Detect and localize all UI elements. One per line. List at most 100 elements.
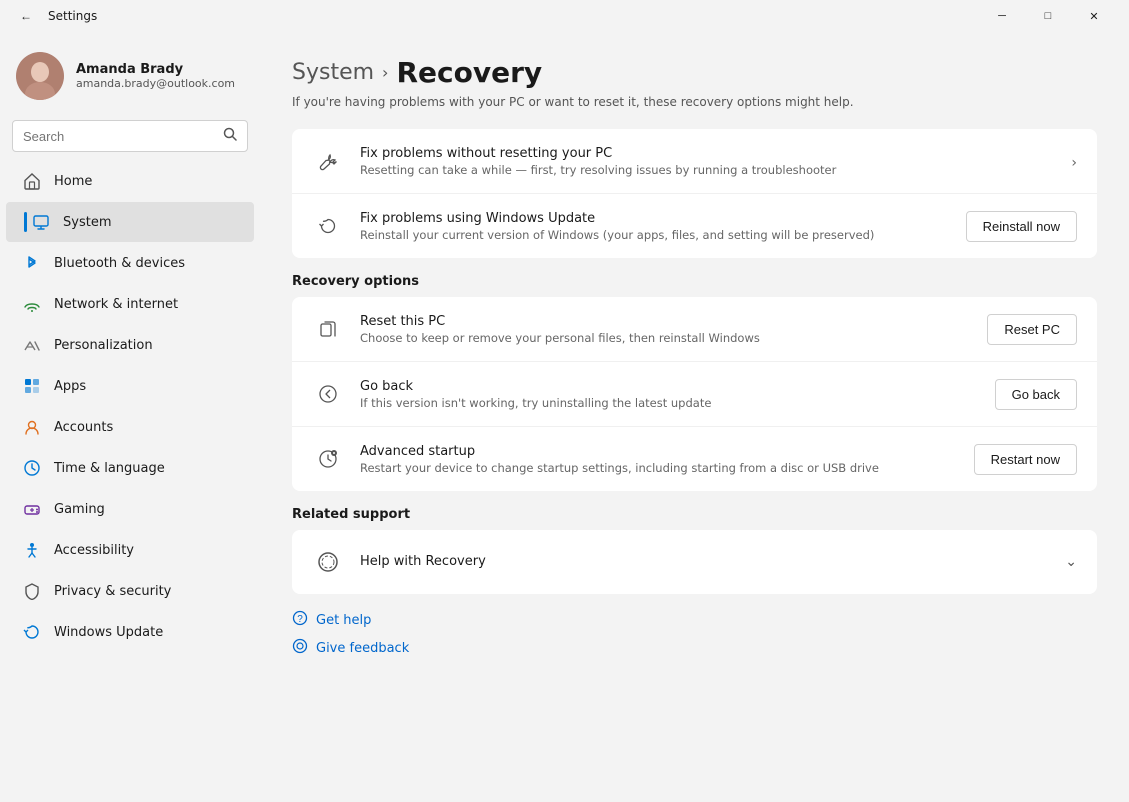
- titlebar-title: Settings: [48, 9, 97, 23]
- sidebar-item-label: Gaming: [54, 502, 105, 517]
- accessibility-icon: [22, 540, 42, 560]
- breadcrumb-arrow: ›: [382, 63, 388, 82]
- sidebar-item-personalization[interactable]: Personalization: [6, 325, 254, 365]
- user-section: Amanda Brady amanda.brady@outlook.com: [0, 40, 260, 120]
- system-icon: [31, 212, 51, 232]
- advanced-startup-desc: Restart your device to change startup se…: [360, 461, 958, 475]
- network-icon: [22, 294, 42, 314]
- titlebar-left: ← Settings: [12, 2, 97, 30]
- fix-windows-update-button[interactable]: Reinstall now: [966, 211, 1077, 242]
- breadcrumb-current: Recovery: [396, 56, 542, 89]
- chevron-right-icon: ›: [1071, 155, 1077, 171]
- search-input[interactable]: [23, 129, 215, 144]
- sidebar-item-windows-update[interactable]: Windows Update: [6, 612, 254, 652]
- sidebar-item-label: Windows Update: [54, 625, 163, 640]
- sidebar-item-accessibility[interactable]: Accessibility: [6, 530, 254, 570]
- avatar: [16, 52, 64, 100]
- sidebar-item-label: System: [63, 215, 111, 230]
- user-info: Amanda Brady amanda.brady@outlook.com: [76, 62, 235, 90]
- search-box[interactable]: [12, 120, 248, 152]
- help-icon: [312, 546, 344, 578]
- footer-links: ? Get help Give feedback: [292, 610, 1097, 658]
- bluetooth-icon: [22, 253, 42, 273]
- help-with-recovery-label: Help with Recovery: [360, 554, 1049, 569]
- recovery-options-header: Recovery options: [292, 274, 1097, 289]
- titlebar: ← Settings ─ □ ✕: [0, 0, 1129, 32]
- accounts-icon: [22, 417, 42, 437]
- get-help-link[interactable]: ? Get help: [292, 610, 1097, 630]
- sidebar-item-accounts[interactable]: Accounts: [6, 407, 254, 447]
- personalization-icon: [22, 335, 42, 355]
- reset-pc-desc: Choose to keep or remove your personal f…: [360, 331, 971, 345]
- fix-windows-update-action: Reinstall now: [966, 211, 1077, 242]
- option-advanced-startup: Advanced startup Restart your device to …: [292, 427, 1097, 491]
- page-subtitle: If you're having problems with your PC o…: [292, 95, 1097, 109]
- fix-no-reset-title: Fix problems without resetting your PC: [360, 146, 1055, 161]
- back-button[interactable]: ←: [12, 2, 40, 30]
- advanced-startup-title: Advanced startup: [360, 444, 958, 459]
- search-icon: [223, 127, 237, 145]
- related-support-header: Related support: [292, 507, 1097, 522]
- maximize-button[interactable]: □: [1025, 0, 1071, 32]
- user-email: amanda.brady@outlook.com: [76, 77, 235, 90]
- sidebar-item-privacy[interactable]: Privacy & security: [6, 571, 254, 611]
- home-icon: [22, 171, 42, 191]
- close-button[interactable]: ✕: [1071, 0, 1117, 32]
- sidebar-item-bluetooth[interactable]: Bluetooth & devices: [6, 243, 254, 283]
- sidebar-item-label: Network & internet: [54, 297, 178, 312]
- user-name: Amanda Brady: [76, 62, 235, 77]
- goback-icon: [312, 378, 344, 410]
- nav-container: Home System Bluetooth & devices Network …: [0, 160, 260, 653]
- privacy-icon: [22, 581, 42, 601]
- option-reset-pc: Reset this PC Choose to keep or remove y…: [292, 297, 1097, 362]
- go-back-button[interactable]: Go back: [995, 379, 1077, 410]
- sidebar-item-label: Time & language: [54, 461, 165, 476]
- sidebar-item-label: Bluetooth & devices: [54, 256, 185, 271]
- sidebar-item-label: Personalization: [54, 338, 153, 353]
- titlebar-controls: ─ □ ✕: [979, 0, 1117, 32]
- option-go-back: Go back If this version isn't working, t…: [292, 362, 1097, 427]
- breadcrumb: System › Recovery: [292, 56, 1097, 89]
- sidebar-item-apps[interactable]: Apps: [6, 366, 254, 406]
- time-icon: [22, 458, 42, 478]
- advanced-icon: [312, 443, 344, 475]
- give-feedback-label: Give feedback: [316, 641, 409, 656]
- feedback-icon: [292, 638, 308, 658]
- gaming-icon: [22, 499, 42, 519]
- expand-icon: ⌄: [1065, 554, 1077, 570]
- fix-windows-update-title: Fix problems using Windows Update: [360, 211, 950, 226]
- svg-text:?: ?: [297, 614, 303, 625]
- sidebar-item-network[interactable]: Network & internet: [6, 284, 254, 324]
- reset-pc-title: Reset this PC: [360, 314, 971, 329]
- help-with-recovery-row[interactable]: Help with Recovery ⌄: [292, 530, 1097, 594]
- go-back-title: Go back: [360, 379, 979, 394]
- apps-icon: [22, 376, 42, 396]
- recovery-item-fix-no-reset[interactable]: Fix problems without resetting your PC R…: [292, 129, 1097, 194]
- active-indicator: [24, 212, 27, 232]
- update-icon: [22, 622, 42, 642]
- reset-pc-button[interactable]: Reset PC: [987, 314, 1077, 345]
- reset-icon: [312, 313, 344, 345]
- fix-no-reset-desc: Resetting can take a while — first, try …: [360, 163, 1055, 177]
- fix-no-reset-action: ›: [1071, 152, 1077, 171]
- fix-windows-update-desc: Reinstall your current version of Window…: [360, 228, 950, 242]
- sidebar-item-gaming[interactable]: Gaming: [6, 489, 254, 529]
- sidebar-item-home[interactable]: Home: [6, 161, 254, 201]
- sidebar-item-label: Apps: [54, 379, 86, 394]
- get-help-label: Get help: [316, 613, 371, 628]
- go-back-desc: If this version isn't working, try unins…: [360, 396, 979, 410]
- advanced-startup-button[interactable]: Restart now: [974, 444, 1077, 475]
- sidebar-item-time[interactable]: Time & language: [6, 448, 254, 488]
- minimize-button[interactable]: ─: [979, 0, 1025, 32]
- give-feedback-link[interactable]: Give feedback: [292, 638, 1097, 658]
- sidebar-item-label: Accounts: [54, 420, 113, 435]
- sidebar-item-label: Accessibility: [54, 543, 134, 558]
- main-content: System › Recovery If you're having probl…: [260, 32, 1129, 802]
- sidebar: Amanda Brady amanda.brady@outlook.com Ho…: [0, 32, 260, 802]
- sidebar-item-label: Privacy & security: [54, 584, 171, 599]
- recovery-options-card: Reset this PC Choose to keep or remove y…: [292, 297, 1097, 491]
- sidebar-item-system[interactable]: System: [6, 202, 254, 242]
- recovery-item-fix-windows-update: Fix problems using Windows Update Reinst…: [292, 194, 1097, 258]
- related-support-card: Help with Recovery ⌄: [292, 530, 1097, 594]
- wrench-icon: [312, 145, 344, 177]
